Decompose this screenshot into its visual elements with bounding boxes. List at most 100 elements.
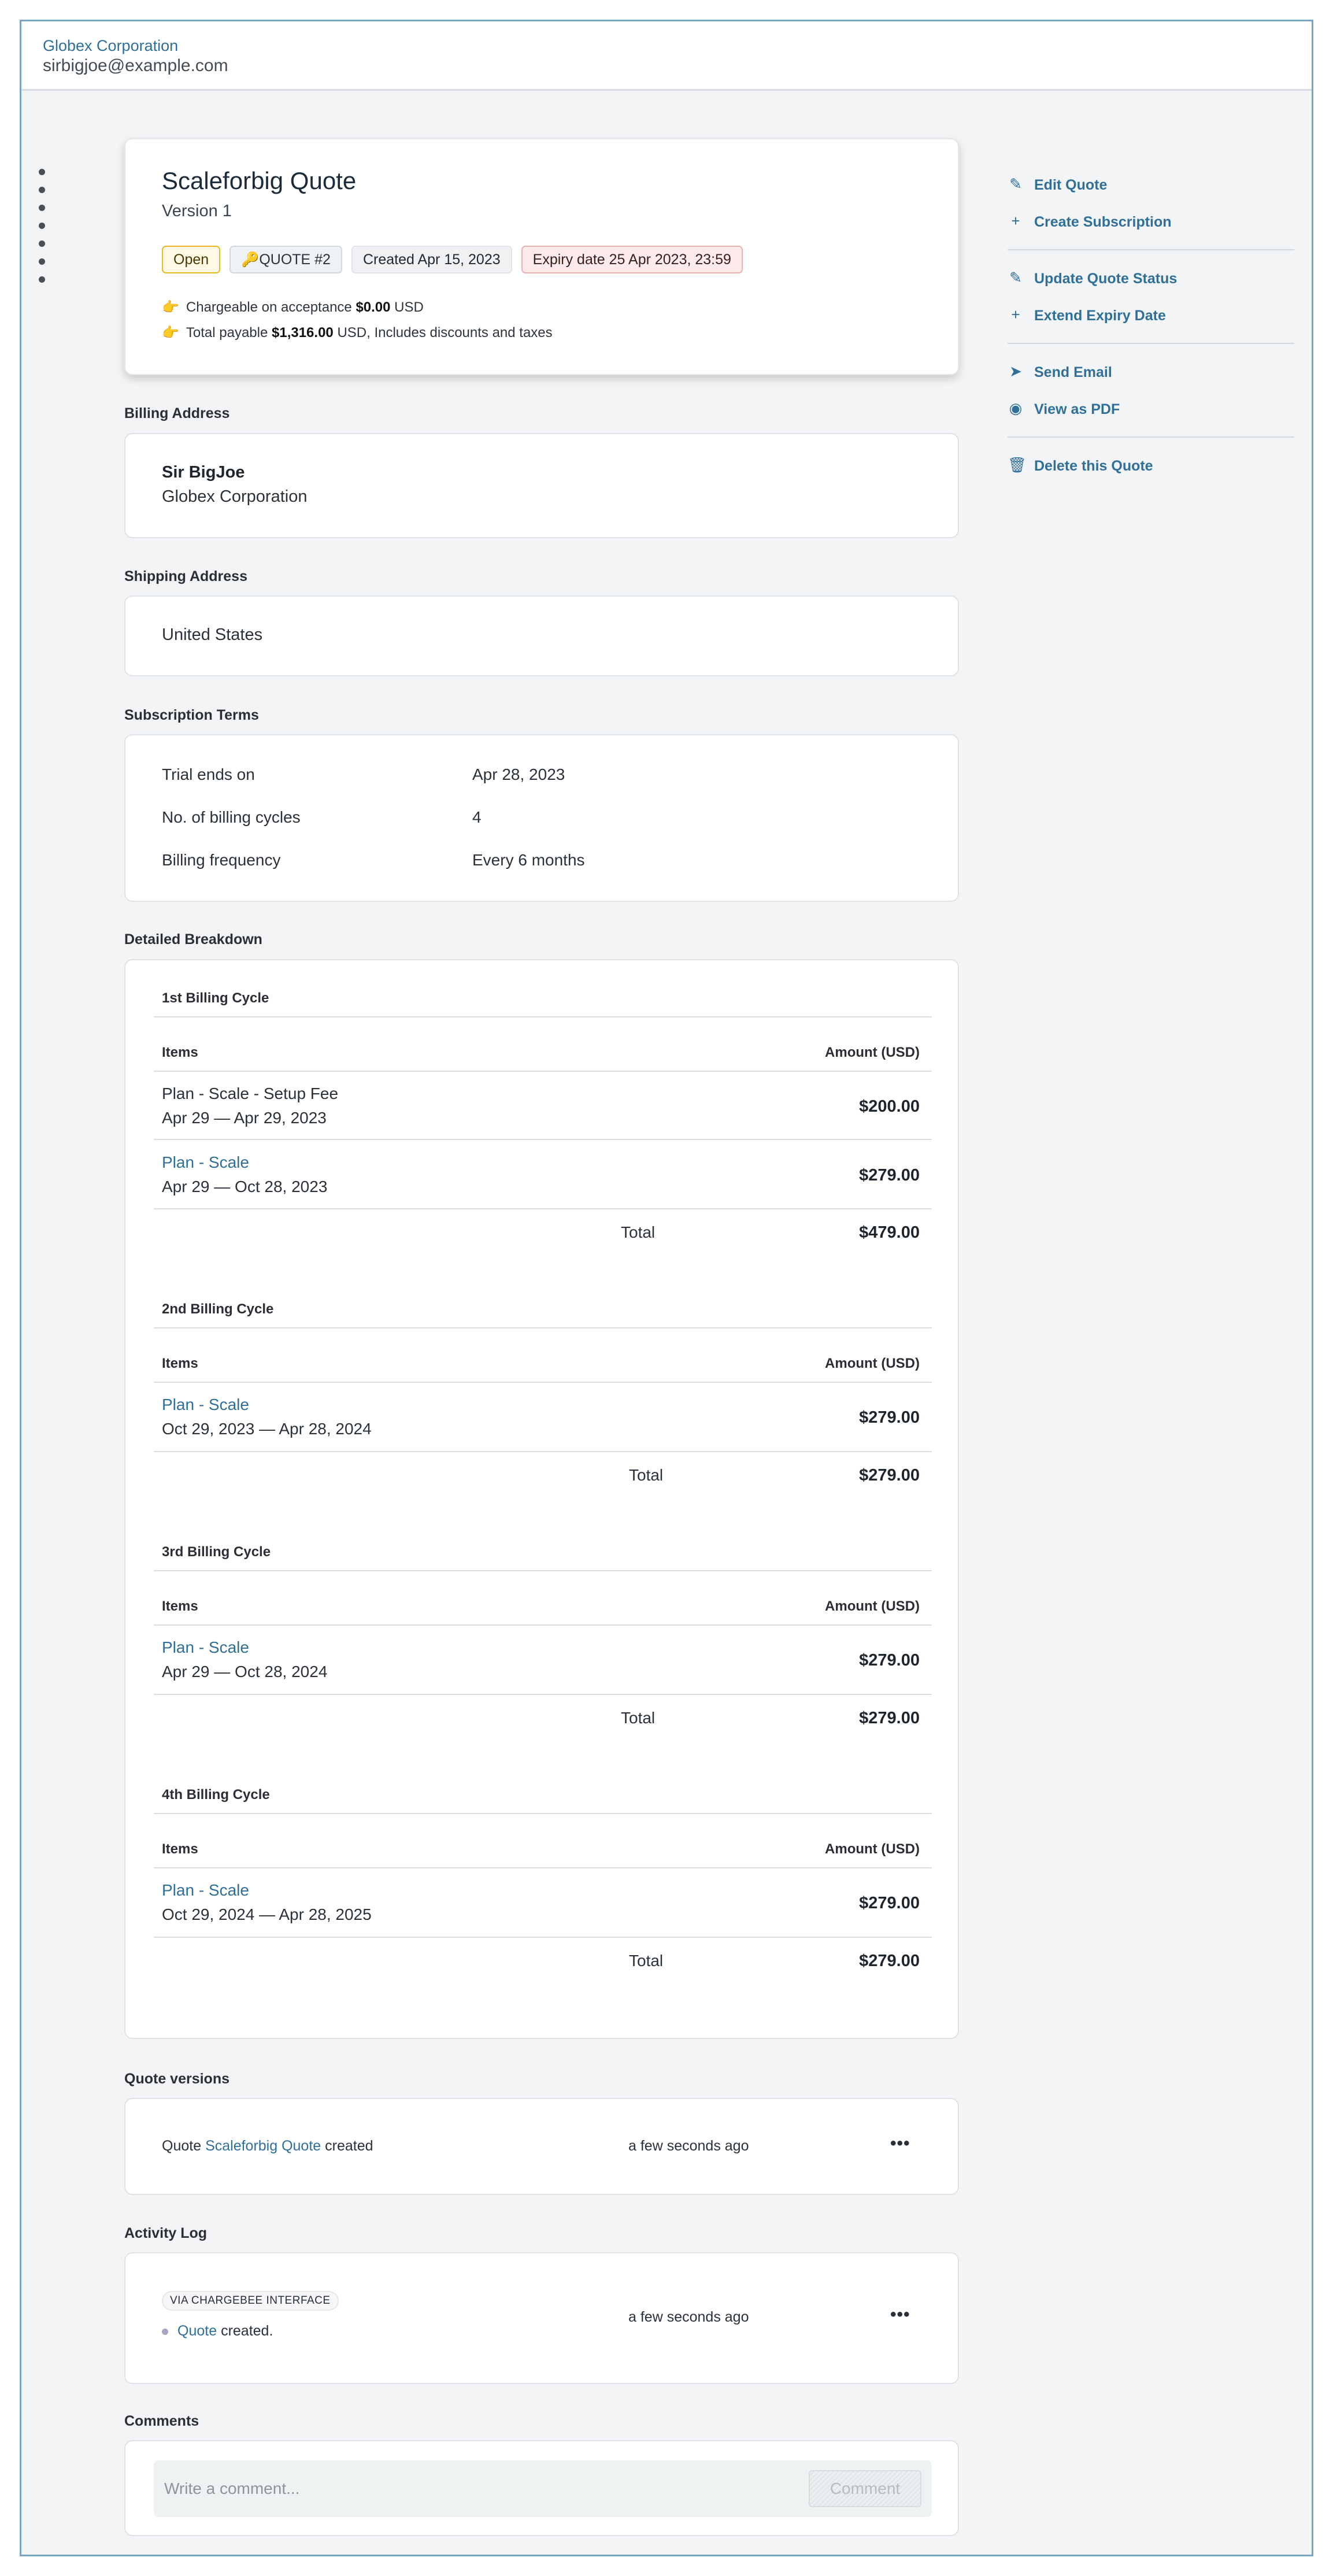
customer-email: sirbigjoe@example.com [43, 56, 228, 75]
divider [154, 1016, 932, 1017]
quote-versions-card: Quote Scaleforbig Quote created a few se… [124, 2098, 959, 2195]
rail-dot[interactable] [39, 240, 45, 247]
extend-expiry-date-action[interactable]: + Extend Expiry Date [1008, 300, 1294, 337]
plus-icon: + [1011, 212, 1020, 230]
source-badge: VIA CHARGEBEE INTERFACE [162, 2291, 339, 2311]
more-options-icon[interactable]: ••• [890, 2134, 910, 2153]
rail-dot[interactable] [39, 205, 45, 211]
line-item-amount: $279.00 [859, 1166, 920, 1185]
chargeable-label: Chargeable on acceptance [186, 299, 352, 315]
line-item-name: Plan - Scale - Setup Fee [162, 1085, 339, 1102]
plan-link[interactable]: Plan - Scale [162, 1153, 249, 1172]
quote-version: Version 1 [162, 202, 232, 220]
comment-button[interactable]: Comment [809, 2470, 921, 2507]
items-header: Items [162, 1045, 198, 1060]
term-value-cycles: 4 [472, 808, 482, 826]
quote-versions-label: Quote versions [124, 2071, 229, 2087]
quote-number-text: QUOTE #2 [259, 251, 331, 268]
divider [154, 1867, 932, 1868]
cycle-total: $279.00 [859, 1709, 920, 1727]
view-as-pdf-action[interactable]: ◉ View as PDF [1008, 394, 1294, 431]
action-label: Send Email [1034, 364, 1112, 380]
divider [154, 1624, 932, 1626]
term-label-frequency: Billing frequency [162, 851, 281, 869]
activity-quote-link[interactable]: Quote [177, 2323, 217, 2339]
divider [154, 1071, 932, 1072]
action-label: Delete this Quote [1034, 458, 1153, 474]
rail-dot[interactable] [39, 187, 45, 193]
pencil-icon: ✎ [1009, 269, 1022, 286]
trash-icon: 🗑 [1008, 456, 1027, 473]
create-subscription-action[interactable]: + Create Subscription [1008, 206, 1294, 243]
cycle-total: $279.00 [859, 1952, 920, 1970]
amount-header: Amount (USD) [825, 1356, 920, 1371]
amount-header: Amount (USD) [825, 1841, 920, 1857]
rail-dot[interactable] [39, 223, 45, 229]
delete-quote-action[interactable]: 🗑 Delete this Quote [1008, 450, 1294, 487]
rail-dot[interactable] [39, 169, 45, 175]
action-label: Extend Expiry Date [1034, 308, 1166, 324]
version-entry: Quote Scaleforbig Quote created [162, 2138, 373, 2155]
billing-company: Globex Corporation [162, 487, 308, 506]
term-label-trial: Trial ends on [162, 765, 255, 783]
line-item-dates: Oct 29, 2023 — Apr 28, 2024 [162, 1420, 372, 1438]
billing-address-label: Billing Address [124, 405, 230, 421]
term-value-trial: Apr 28, 2023 [472, 765, 565, 783]
term-label-cycles: No. of billing cycles [162, 808, 301, 826]
comment-composer: Comment [154, 2460, 932, 2517]
activity-log-label: Activity Log [124, 2225, 208, 2241]
left-rail-dots[interactable] [39, 169, 45, 294]
app-frame: Globex Corporation sirbigjoe@example.com… [20, 20, 1313, 2556]
comment-input[interactable] [154, 2460, 790, 2517]
more-options-icon[interactable]: ••• [890, 2305, 910, 2325]
total-label: Total [621, 1223, 656, 1241]
cycle-title: 3rd Billing Cycle [162, 1544, 271, 1560]
version-quote-link[interactable]: Scaleforbig Quote [205, 2138, 321, 2154]
divider [154, 1327, 932, 1328]
created-badge: Created Apr 15, 2023 [351, 246, 512, 273]
line-item-amount: $200.00 [859, 1097, 920, 1116]
pointing-hand-icon: 👉 [162, 325, 179, 340]
items-header: Items [162, 1841, 198, 1857]
edit-quote-action[interactable]: ✎ Edit Quote [1008, 169, 1294, 206]
plus-icon: + [1011, 306, 1020, 323]
total-label: Total [629, 1466, 664, 1484]
plan-link[interactable]: Plan - Scale [162, 1396, 249, 1414]
total-payable-suffix: USD, Includes discounts and taxes [337, 325, 553, 340]
comments-label: Comments [124, 2413, 199, 2429]
divider [1008, 343, 1294, 344]
quote-summary-card: Scaleforbig Quote Version 1 Open 🔑QUOTE … [124, 138, 959, 375]
expiry-badge: Expiry date 25 Apr 2023, 23:59 [521, 246, 743, 273]
total-label: Total [629, 1952, 664, 1970]
key-icon: 🔑 [241, 251, 260, 268]
action-label: Update Quote Status [1034, 271, 1178, 287]
cycle-total: $279.00 [859, 1466, 920, 1485]
divider [154, 1937, 932, 1938]
update-quote-status-action[interactable]: ✎ Update Quote Status [1008, 263, 1294, 300]
action-label: Edit Quote [1034, 177, 1108, 193]
total-payable-note: 👉 Total payable $1,316.00 USD, Includes d… [162, 324, 553, 341]
line-item-dates: Oct 29, 2024 — Apr 28, 2025 [162, 1905, 372, 1923]
rail-dot[interactable] [39, 276, 45, 283]
activity-time: a few seconds ago [628, 2309, 749, 2325]
line-item-amount: $279.00 [859, 1408, 920, 1427]
send-email-action[interactable]: ➤ Send Email [1008, 357, 1294, 394]
plan-link[interactable]: Plan - Scale [162, 1638, 249, 1657]
comments-card: Comment [124, 2440, 959, 2536]
chargeable-currency: USD [394, 299, 424, 315]
send-icon: ➤ [1009, 362, 1022, 380]
divider [1008, 249, 1294, 250]
chargeable-amount: $0.00 [356, 299, 391, 315]
line-item-dates: Apr 29 — Apr 29, 2023 [162, 1109, 327, 1127]
rail-dot[interactable] [39, 258, 45, 265]
term-value-frequency: Every 6 months [472, 851, 585, 869]
subscription-terms-label: Subscription Terms [124, 707, 259, 723]
shipping-address-card: United States [124, 595, 959, 676]
customer-org-link[interactable]: Globex Corporation [43, 37, 178, 55]
divider [154, 1139, 932, 1140]
cycle-title: 1st Billing Cycle [162, 990, 269, 1006]
version-time: a few seconds ago [628, 2138, 749, 2154]
plan-link[interactable]: Plan - Scale [162, 1881, 249, 1900]
divider [154, 1208, 932, 1209]
amount-header: Amount (USD) [825, 1598, 920, 1614]
